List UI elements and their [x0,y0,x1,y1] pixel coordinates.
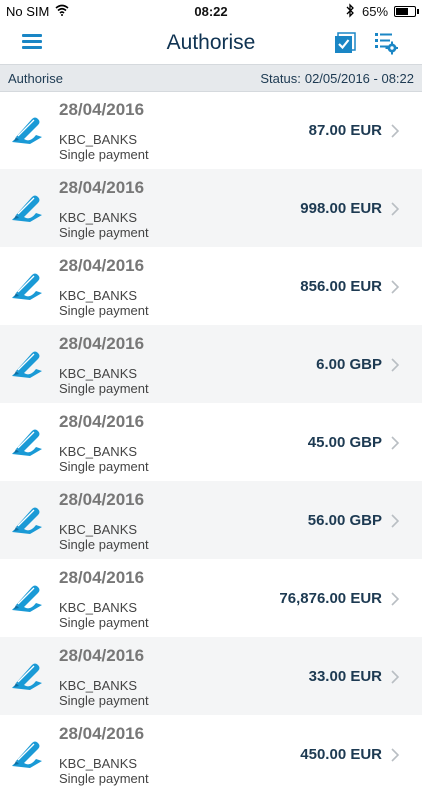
payment-bank: KBC_BANKS [59,366,138,381]
payment-amount: 998.00 EUR [300,200,382,217]
payment-date: 28/04/2016 [59,412,145,431]
payment-type: Single payment [59,303,149,318]
sign-pen-icon [12,429,42,456]
payment-row[interactable]: 28/04/2016 KBC_BANKS Single payment 450.00 … [0,715,422,793]
payment-type: Single payment [59,225,149,240]
payment-amount: 45.00 GBP [307,434,382,451]
clock: 08:22 [194,4,228,19]
checkbox-select-icon[interactable] [334,32,356,54]
chevron-right-icon [391,202,400,216]
payment-row[interactable]: 28/04/2016 KBC_BANKS Single payment 87.00 E… [0,91,422,169]
status-value: 02/05/2016 - 08:22 [304,71,414,86]
sign-pen-icon [12,195,42,222]
battery-icon [394,6,419,17]
payment-bank: KBC_BANKS [59,210,138,225]
payment-type: Single payment [59,381,149,396]
chevron-right-icon [391,124,400,138]
battery-percent: 65% [362,4,389,19]
status-text: Status: 02/05/2016 - 08:22 [260,71,414,86]
status-bar: No SIM 08:22 65% [0,0,422,22]
chevron-right-icon [391,358,400,372]
chevron-right-icon [391,280,400,294]
sign-pen-icon [12,273,42,300]
payment-bank: KBC_BANKS [59,444,138,459]
payment-date: 28/04/2016 [59,178,145,197]
payment-list: 28/04/2016 KBC_BANKS Single payment 87.00 E… [0,91,422,793]
payment-bank: KBC_BANKS [59,132,138,147]
sign-pen-icon [12,741,42,768]
nav-bar: Authorise [0,22,422,64]
chevron-right-icon [391,592,400,606]
sign-pen-icon [12,663,42,690]
bluetooth-icon [346,3,354,18]
chevron-right-icon [391,436,400,450]
status-label: Status: [260,71,301,86]
payment-date: 28/04/2016 [59,490,145,509]
payment-row[interactable]: 28/04/2016 KBC_BANKS Single payment 998.00 … [0,169,422,247]
payment-row[interactable]: 28/04/2016 KBC_BANKS Single payment 6.00 GB… [0,325,422,403]
payment-row[interactable]: 28/04/2016 KBC_BANKS Single payment 33.00 E… [0,637,422,715]
payment-amount: 76,876.00 EUR [279,590,382,607]
section-title: Authorise [8,71,63,86]
payment-type: Single payment [59,615,149,630]
payment-amount: 6.00 GBP [316,356,382,373]
payment-amount: 87.00 EUR [308,122,382,139]
payment-type: Single payment [59,147,149,162]
chevron-right-icon [391,748,400,762]
payment-type: Single payment [59,537,149,552]
page-title: Authorise [166,31,256,54]
payment-type: Single payment [59,771,149,786]
sign-pen-icon [12,117,42,144]
payment-date: 28/04/2016 [59,334,145,353]
payment-bank: KBC_BANKS [59,600,138,615]
payment-amount: 450.00 EUR [300,746,382,763]
payment-date: 28/04/2016 [59,100,145,119]
payment-bank: KBC_BANKS [59,522,138,537]
payment-row[interactable]: 28/04/2016 KBC_BANKS Single payment 56.00 G… [0,481,422,559]
payment-amount: 856.00 EUR [300,278,382,295]
payment-date: 28/04/2016 [59,724,145,743]
payment-date: 28/04/2016 [59,568,145,587]
payment-row[interactable]: 28/04/2016 KBC_BANKS Single payment 45.00 G… [0,403,422,481]
payment-amount: 56.00 GBP [307,512,382,529]
payment-bank: KBC_BANKS [59,288,138,303]
list-settings-icon[interactable] [374,31,398,55]
payment-date: 28/04/2016 [59,256,145,275]
payment-row[interactable]: 28/04/2016 KBC_BANKS Single payment 856.00 … [0,247,422,325]
status-header: Authorise Status: 02/05/2016 - 08:22 [0,64,422,92]
sign-pen-icon [12,585,42,612]
sign-pen-icon [12,351,42,378]
payment-row[interactable]: 28/04/2016 KBC_BANKS Single payment 76,876.… [0,559,422,637]
payment-date: 28/04/2016 [59,646,145,665]
chevron-right-icon [391,670,400,684]
payment-amount: 33.00 EUR [308,668,382,685]
payment-type: Single payment [59,459,149,474]
payment-bank: KBC_BANKS [59,756,138,771]
chevron-right-icon [391,514,400,528]
payment-bank: KBC_BANKS [59,678,138,693]
sign-pen-icon [12,507,42,534]
payment-type: Single payment [59,693,149,708]
